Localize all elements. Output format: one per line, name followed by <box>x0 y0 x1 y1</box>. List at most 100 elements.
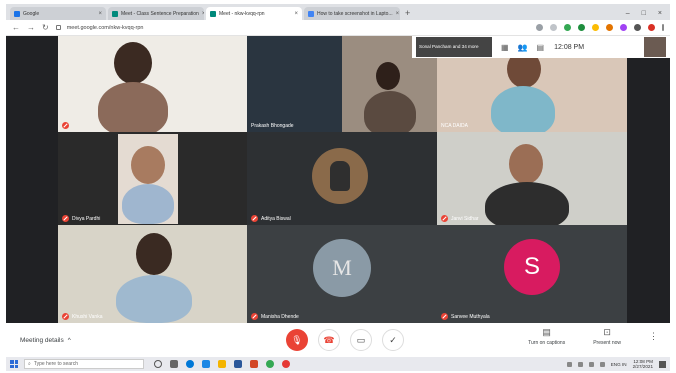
camera-toggle-button[interactable]: ▭ <box>350 329 372 351</box>
mic-toggle-button[interactable]: 🎙 <box>286 329 308 351</box>
minimize-icon[interactable]: – <box>626 10 630 17</box>
captions-label: Turn on captions <box>528 340 566 346</box>
forward-icon[interactable]: → <box>27 23 35 32</box>
participant-label: Sanvee Muthyala <box>441 313 490 320</box>
grid-icon[interactable]: ▦ <box>501 43 509 52</box>
new-tab-button[interactable]: + <box>405 8 410 18</box>
participant-tile[interactable]: Prakash Bhongade <box>247 36 342 132</box>
browser-tab[interactable]: Meet - Class Sentence Preparation × <box>108 7 204 20</box>
windows-start-icon[interactable] <box>10 360 18 368</box>
powerpoint-icon[interactable] <box>250 360 258 368</box>
task-view-icon[interactable] <box>170 360 178 368</box>
edge-icon[interactable] <box>186 360 194 368</box>
star-icon[interactable] <box>550 24 557 31</box>
participant-tile[interactable]: M Manisha Dhende <box>247 225 437 323</box>
file-explorer-icon[interactable] <box>218 360 226 368</box>
browser-tab-active[interactable]: Meet - nkw-kvqq-rpn × <box>206 7 302 20</box>
tray-chevron-icon[interactable] <box>566 361 572 367</box>
wifi-icon[interactable] <box>577 361 583 367</box>
participant-avatar <box>312 148 368 204</box>
taskbar-search-field[interactable]: ⌕ Type here to search <box>24 359 144 369</box>
maximize-icon[interactable]: □ <box>642 10 646 17</box>
profile-avatar[interactable] <box>648 24 655 31</box>
chrome-icon[interactable] <box>266 360 274 368</box>
camera-indicator-icon[interactable] <box>536 24 543 31</box>
puzzle-icon[interactable] <box>634 24 641 31</box>
participant-name: Prakash Bhongade <box>251 123 294 129</box>
presenter-preview[interactable]: Sonal Pancham and 34 more <box>416 37 492 57</box>
participant-tile[interactable] <box>58 36 247 132</box>
participant-video <box>136 233 172 275</box>
store-icon[interactable] <box>202 360 210 368</box>
tab-close-icon[interactable]: × <box>95 11 102 17</box>
meeting-details-button[interactable]: Meeting details ^ <box>20 337 71 344</box>
present-now-button[interactable]: ⊡ Present now <box>593 327 621 346</box>
notifications-icon[interactable] <box>659 360 666 368</box>
chat-icon[interactable]: ▤ <box>537 43 545 52</box>
tab-label: How to take screenshot in Lapto... <box>317 10 393 17</box>
extension-icon[interactable] <box>564 24 571 31</box>
participant-tile[interactable]: Aditya Biswal <box>247 132 437 225</box>
center-controls: 🎙 ☎ ▭ ✓ <box>286 329 404 351</box>
avatar-initials: M <box>332 255 352 280</box>
taskbar-search-placeholder: Type here to search <box>33 361 79 367</box>
extension-icon[interactable] <box>592 24 599 31</box>
participant-tile[interactable]: Janvi Sidhar <box>437 132 627 225</box>
extension-icon[interactable] <box>606 24 613 31</box>
participant-label: Prakash Bhongade <box>251 123 294 129</box>
extension-icons <box>536 24 664 31</box>
tab-favicon-icon <box>308 10 314 17</box>
participant-tile[interactable]: Khushi Vanka <box>58 225 247 323</box>
window-controls: – □ × <box>626 10 670 17</box>
tab-label: Google <box>23 10 40 17</box>
self-view-thumbnail[interactable] <box>644 37 666 57</box>
avatar-letter: S <box>523 253 540 280</box>
language-indicator[interactable]: ENG IN <box>611 362 627 367</box>
mic-off-icon <box>62 215 69 222</box>
cortana-icon[interactable] <box>154 360 162 368</box>
more-options-button[interactable]: ⋮ <box>649 331 658 342</box>
mic-off-icon <box>441 215 448 222</box>
participant-tile[interactable]: Divya Pardhi <box>58 132 247 225</box>
browser-tab[interactable]: How to take screenshot in Lapto... × <box>304 7 400 20</box>
mic-off-icon <box>62 313 69 320</box>
participant-video <box>509 144 543 184</box>
participant-label: Divya Pardhi <box>62 215 100 222</box>
battery-icon[interactable] <box>588 361 594 367</box>
menu-kebab-icon[interactable] <box>662 24 664 31</box>
participant-label: Janvi Sidhar <box>441 215 479 222</box>
people-icon[interactable]: 👥 <box>518 43 528 52</box>
word-icon[interactable] <box>234 360 242 368</box>
participant-face <box>131 146 165 184</box>
mic-off-icon <box>441 313 448 320</box>
end-call-button[interactable]: ☎ <box>318 329 340 351</box>
participant-body <box>98 82 168 132</box>
lock-icon <box>55 25 61 30</box>
more-vert-icon: ⋮ <box>649 331 658 341</box>
taskbar-clock[interactable]: 12:08 PM 2/27/2021 <box>633 359 653 369</box>
raise-hand-button[interactable]: ✓ <box>382 329 404 351</box>
tab-close-icon[interactable]: × <box>393 11 400 17</box>
mic-off-icon <box>62 122 69 129</box>
reload-icon[interactable]: ↻ <box>42 23 49 32</box>
hand-icon: ✓ <box>389 334 397 345</box>
tab-favicon-icon <box>14 10 20 17</box>
meeting-details-label: Meeting details <box>20 336 64 344</box>
captions-button[interactable]: ▤ Turn on captions <box>528 327 565 346</box>
mic-off-icon <box>251 313 258 320</box>
volume-icon[interactable] <box>599 361 605 367</box>
chevron-up-icon: ^ <box>67 336 71 344</box>
browser-tab[interactable]: Google × <box>10 7 106 20</box>
participant-label: Aditya Biswal <box>251 215 291 222</box>
back-icon[interactable]: ← <box>12 23 20 32</box>
app-icon[interactable] <box>282 360 290 368</box>
participant-body <box>116 275 192 323</box>
tab-close-icon[interactable]: × <box>291 11 298 17</box>
participant-label: Manisha Dhende <box>251 313 299 320</box>
tab-close-icon[interactable]: × <box>199 11 204 17</box>
url-field[interactable]: meet.google.com/nkw-kvqq-rpn <box>67 25 144 31</box>
participant-tile[interactable]: S Sanvee Muthyala <box>437 225 627 323</box>
close-window-icon[interactable]: × <box>658 10 662 17</box>
extension-icon[interactable] <box>578 24 585 31</box>
extension-icon[interactable] <box>620 24 627 31</box>
